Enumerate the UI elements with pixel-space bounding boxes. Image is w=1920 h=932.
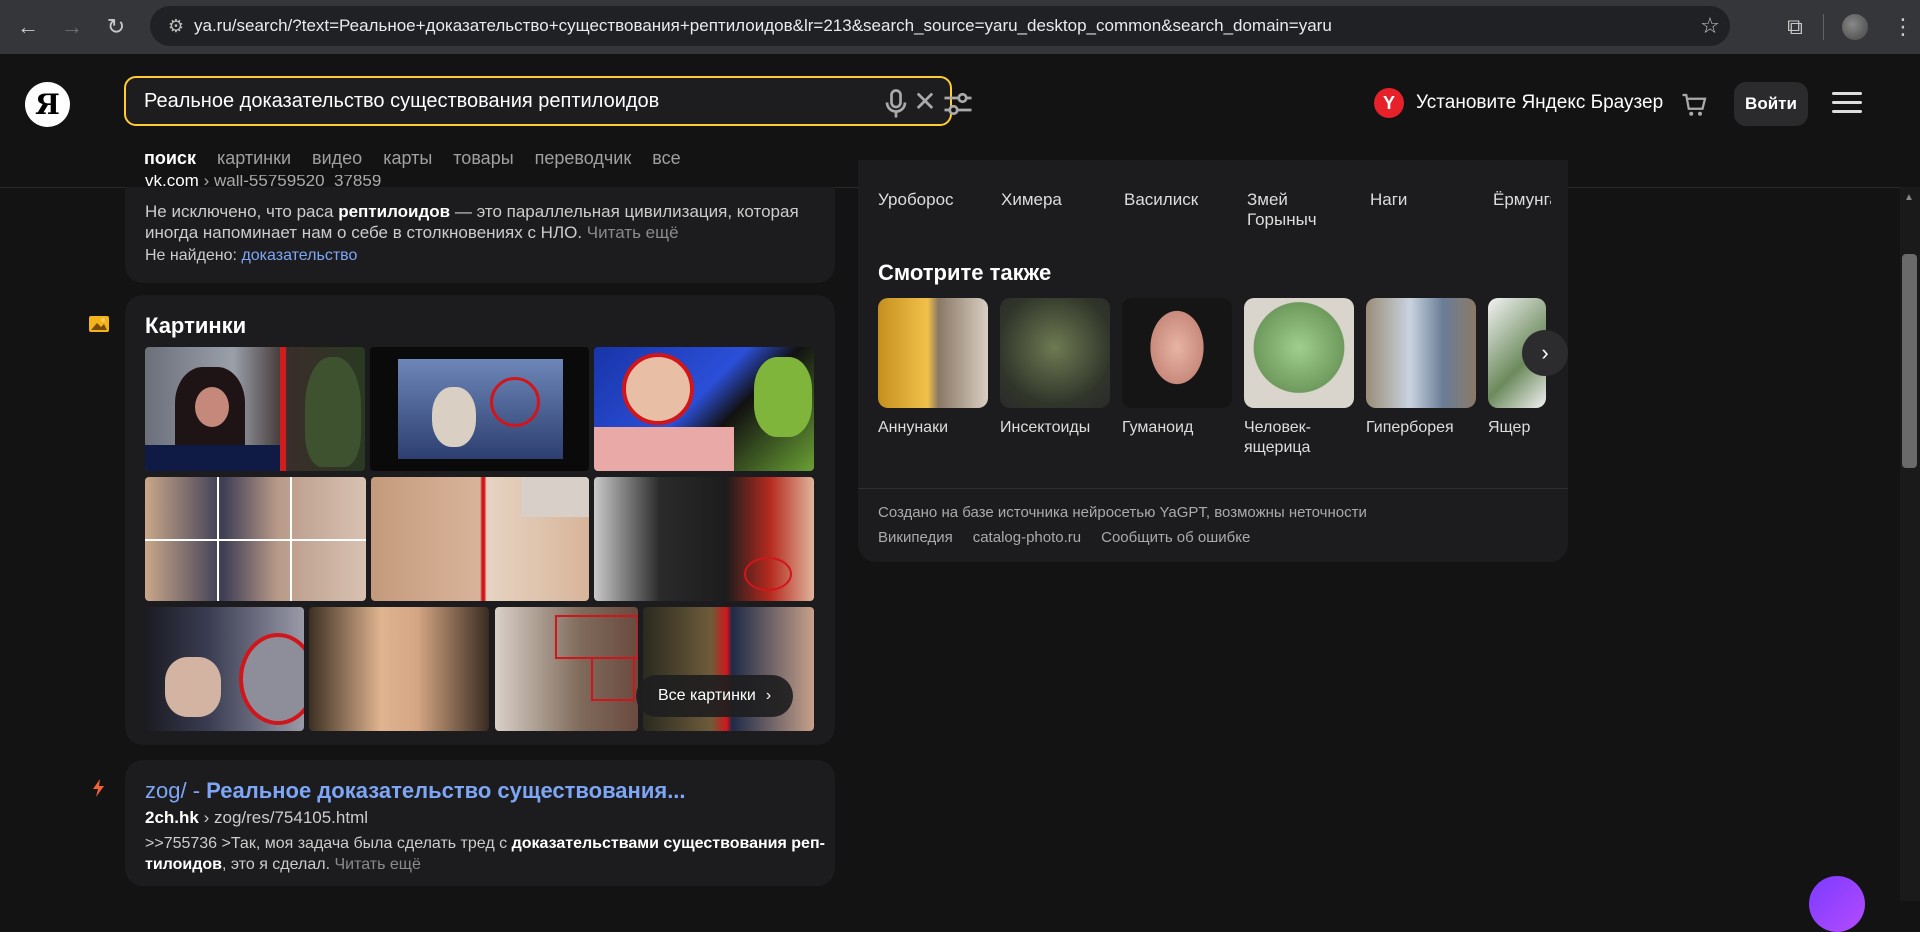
tab-maps[interactable]: карты [383, 148, 432, 169]
knowledge-panel: Уроборос Химера Василиск Змей Горыныч На… [858, 160, 1568, 562]
promo-label: Установите Яндекс Браузер [1416, 92, 1664, 113]
filters-icon[interactable] [940, 86, 976, 122]
cart-icon[interactable] [1680, 90, 1710, 120]
yandex-browser-icon: Y [1374, 88, 1404, 118]
tab-video[interactable]: видео [312, 148, 362, 169]
reload-icon[interactable]: ↻ [94, 5, 138, 49]
see-also-item[interactable]: Гуманоид [1122, 298, 1232, 438]
forward-arrow-icon[interactable]: → [50, 5, 94, 49]
snippet-source-line: vk.com › wall-55759520_37859 [145, 175, 381, 187]
see-also-image [1244, 298, 1354, 408]
all-images-label: Все картинки [658, 687, 756, 704]
read-more-link[interactable]: Читать ещё [334, 856, 420, 873]
source-path[interactable]: wall-55759520_37859 [214, 175, 381, 187]
yandex-logo[interactable]: Я [25, 82, 70, 127]
toolbar-divider [1823, 14, 1824, 40]
site-settings-icon[interactable]: ⚙ [158, 16, 194, 37]
panel-divider [858, 488, 1568, 489]
see-also-label: Ящер [1488, 419, 1531, 436]
browser-right-controls: ⧉ ⋮ [1767, 0, 1920, 54]
profile-avatar[interactable] [1842, 14, 1868, 40]
report-error-link[interactable]: Сообщить об ошибке [1101, 529, 1250, 546]
creature-link[interactable]: Уроборос [878, 190, 1001, 230]
see-also-item[interactable]: Аннунаки [878, 298, 988, 438]
result-source-line: 2ch.hk › zog/res/754105.html [145, 808, 369, 827]
images-title: Картинки [145, 313, 247, 338]
scrollbar-thumb[interactable] [1902, 254, 1917, 468]
image-thumb[interactable] [145, 477, 366, 601]
login-button[interactable]: Войти [1734, 82, 1808, 126]
tab-translator[interactable]: переводчик [535, 148, 632, 169]
related-creatures-row: Уроборос Химера Василиск Змей Горыныч На… [878, 190, 1551, 230]
hamburger-menu-icon[interactable] [1832, 92, 1862, 114]
image-thumb[interactable] [594, 347, 814, 471]
microphone-icon[interactable] [878, 86, 914, 122]
search-box[interactable]: ✕ [124, 76, 952, 126]
see-also-item[interactable]: Гиперборея [1366, 298, 1476, 438]
result-snippet: >>755736 >Так, моя задача была сделать т… [145, 835, 825, 873]
see-also-label: Аннунаки [878, 419, 949, 436]
see-also-item[interactable]: Инсектоиды [1000, 298, 1110, 438]
all-images-button[interactable]: Все картинки › [636, 675, 794, 717]
address-url[interactable]: ya.ru/search/?text=Реальное+доказательст… [194, 16, 1690, 36]
tab-all[interactable]: все [652, 148, 680, 169]
creature-link[interactable]: Химера [1001, 190, 1124, 230]
bookmark-star-icon[interactable]: ☆ [1690, 13, 1730, 39]
result-title[interactable]: zog/ - Реальное доказательство существов… [145, 778, 686, 804]
see-also-image [1000, 298, 1110, 408]
snippet-text: Не исключено, что раса рептилоидов — это… [145, 202, 799, 242]
image-thumb[interactable] [145, 607, 304, 731]
see-also-title: Смотрите также [878, 260, 1052, 285]
image-thumb[interactable] [370, 347, 589, 471]
chevron-right-icon: › [765, 687, 772, 704]
alice-assistant-button[interactable] [1809, 876, 1865, 932]
lightning-icon [93, 779, 104, 797]
creature-link[interactable]: Василиск [1124, 190, 1247, 230]
result-host[interactable]: 2ch.hk [145, 808, 199, 827]
install-browser-promo[interactable]: Y Установите Яндекс Браузер [1374, 88, 1663, 118]
image-thumb[interactable] [495, 607, 638, 731]
ai-disclaimer: Создано на базе источника нейросетью YaG… [878, 504, 1367, 521]
see-also-label: Гиперборея [1366, 419, 1454, 436]
search-result-2ch: zog/ - Реальное доказательство существов… [125, 760, 835, 886]
see-also-image [1366, 298, 1476, 408]
search-tabs: поиск картинки видео карты товары перево… [144, 148, 702, 169]
source-link-wikipedia[interactable]: Википедия [878, 529, 953, 546]
browser-menu-icon[interactable]: ⋮ [1886, 14, 1920, 40]
read-more-link[interactable]: Читать ещё [587, 223, 679, 242]
search-input[interactable] [126, 88, 900, 114]
see-also-label: Гуманоид [1122, 419, 1194, 436]
see-also-item[interactable]: Человек-ящерица [1244, 298, 1354, 458]
not-found-line: Не найдено: доказательство [145, 247, 358, 264]
see-also-image [1122, 298, 1232, 408]
source-links: Википедия catalog-photo.ru Сообщить об о… [878, 529, 1250, 546]
image-thumb[interactable] [371, 477, 589, 601]
image-thumb[interactable] [309, 607, 489, 731]
source-host[interactable]: vk.com [145, 175, 199, 187]
scroll-up-arrow-icon[interactable]: ▲ [1904, 192, 1914, 203]
creature-link[interactable]: Наги [1370, 190, 1493, 230]
source-link-catalog[interactable]: catalog-photo.ru [973, 529, 1081, 546]
image-thumb[interactable] [594, 477, 814, 601]
carousel-next-button[interactable]: › [1522, 330, 1568, 376]
back-arrow-icon[interactable]: ← [6, 5, 50, 49]
image-icon [89, 316, 109, 332]
see-also-label: Человек-ящерица [1244, 419, 1311, 456]
tab-images[interactable]: картинки [217, 148, 291, 169]
tab-search[interactable]: поиск [144, 148, 196, 169]
result-path[interactable]: zog/res/754105.html [214, 808, 368, 827]
see-also-label: Инсектоиды [1000, 419, 1091, 436]
see-also-image [878, 298, 988, 408]
creature-link[interactable]: Змей Горыныч [1247, 190, 1352, 230]
not-found-word-link[interactable]: доказательство [241, 247, 357, 264]
image-thumb[interactable] [145, 347, 365, 471]
browser-toolbar: ← → ↻ ⚙ ya.ru/search/?text=Реальное+дока… [0, 0, 1920, 54]
address-bar[interactable]: ⚙ ya.ru/search/?text=Реальное+доказатель… [150, 6, 1730, 46]
creature-link[interactable]: Ёрмунганд [1493, 190, 1551, 230]
search-result-vk: Не исключено, что раса рептилоидов — это… [125, 187, 835, 283]
images-block: Картинки Все картинки › [125, 295, 835, 745]
tab-products[interactable]: товары [453, 148, 513, 169]
extensions-icon[interactable]: ⧉ [1767, 14, 1823, 40]
